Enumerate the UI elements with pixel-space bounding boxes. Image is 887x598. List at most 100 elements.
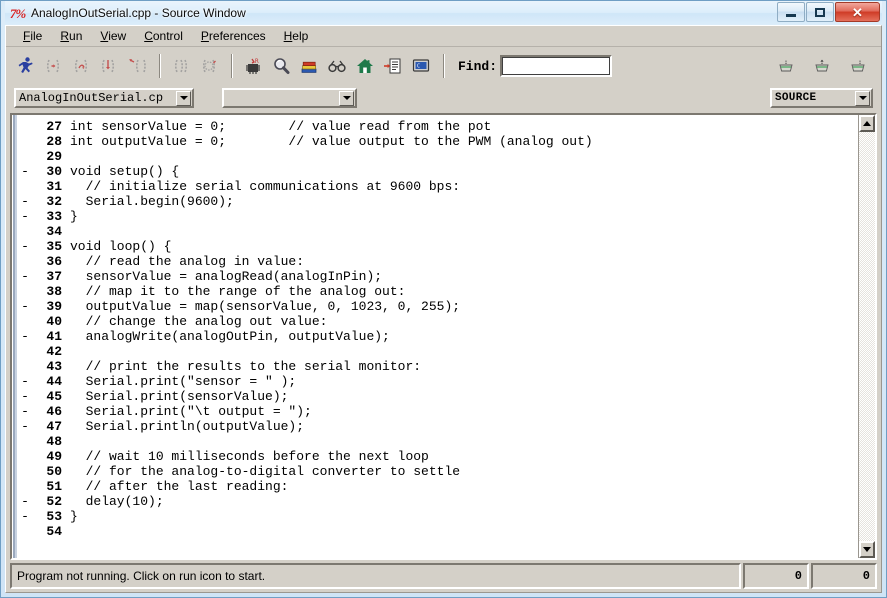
books-icon[interactable] [296,53,322,79]
scroll-down-button[interactable] [859,541,875,558]
code-line[interactable] [70,344,858,359]
code-line[interactable]: // wait 10 milliseconds before the next … [70,449,858,464]
breakpoint-icon[interactable] [196,53,222,79]
source-select[interactable]: SOURCE [770,88,873,108]
code-line[interactable]: analogWrite(analogOutPin, outputValue); [70,329,858,344]
code-editor[interactable]: - -- - - - - ---- -- 27 28 29 30 31 32 33 34 35 3… [12,115,858,558]
gutter-marker[interactable] [18,449,32,464]
step-into-icon[interactable] [96,53,122,79]
terminate-icon[interactable] [168,53,194,79]
chevron-down-icon[interactable] [339,90,354,106]
code-line[interactable]: } [70,209,858,224]
close-button[interactable]: ✕ [835,2,880,22]
code-line[interactable]: void setup() { [70,164,858,179]
code-line[interactable] [70,224,858,239]
gutter-marker[interactable] [18,149,32,164]
monitor-icon[interactable]: C [408,53,434,79]
gutter-marker[interactable] [18,464,32,479]
gutter-marker[interactable]: - [18,239,32,254]
code-line[interactable]: Serial.print("\t output = "); [70,404,858,419]
gutter-marker[interactable] [18,479,32,494]
code-line[interactable]: sensorValue = analogRead(analogInPin); [70,269,858,284]
code-line[interactable] [70,434,858,449]
file-select[interactable]: AnalogInOutSerial.cp [14,88,194,108]
code-line[interactable]: int outputValue = 0; // value output to … [70,134,858,149]
menu-item-preferences[interactable]: Preferences [192,27,275,45]
maximize-button[interactable] [806,2,834,22]
gutter-marker[interactable]: - [18,209,32,224]
minimize-button[interactable] [777,2,805,22]
code-line[interactable]: Serial.print(sensorValue); [70,389,858,404]
code-line[interactable]: outputValue = map(sensorValue, 0, 1023, … [70,299,858,314]
binoculars-icon[interactable] [324,53,350,79]
gutter-marker[interactable] [18,434,32,449]
code-line[interactable]: Serial.begin(9600); [70,194,858,209]
code-line[interactable] [70,149,858,164]
code-line[interactable]: delay(10); [70,494,858,509]
basket-icon-1[interactable] [773,53,799,79]
gutter-marker[interactable]: - [18,194,32,209]
gutter-marker[interactable] [18,359,32,374]
menu-item-control[interactable]: Control [135,27,192,45]
house-icon[interactable] [352,53,378,79]
chevron-down-icon[interactable] [176,90,191,106]
gutter-marker[interactable]: - [18,329,32,344]
gutter-marker[interactable]: - [18,494,32,509]
basket-icon-3[interactable] [845,53,871,79]
document-arrow-icon[interactable] [380,53,406,79]
gutter-marker[interactable] [18,119,32,134]
code-line[interactable]: void loop() { [70,239,858,254]
code-line[interactable]: } [70,509,858,524]
line-number: 53 [46,509,62,524]
continue-icon[interactable] [40,53,66,79]
code-line[interactable]: // for the analog-to-digital converter t… [70,464,858,479]
breakpoint-gutter[interactable]: - -- - - - - ---- -- [18,115,32,558]
scrollbar-track[interactable] [859,132,875,541]
step-over-icon[interactable] [68,53,94,79]
gutter-marker[interactable]: - [18,374,32,389]
gutter-marker[interactable]: - [18,269,32,284]
gutter-marker[interactable]: - [18,299,32,314]
code-line[interactable]: int sensorValue = 0; // value read from … [70,119,858,134]
finish-function-icon[interactable] [124,53,150,79]
gutter-marker[interactable]: - [18,164,32,179]
gutter-marker[interactable] [18,344,32,359]
code-line[interactable]: // initialize serial communications at 9… [70,179,858,194]
chevron-up-icon [863,121,871,126]
gutter-marker[interactable] [18,284,32,299]
scroll-up-button[interactable] [859,115,875,132]
menu-item-help[interactable]: Help [275,27,318,45]
basket-icon-2[interactable] [809,53,835,79]
gutter-marker[interactable] [18,179,32,194]
gutter-marker[interactable]: - [18,509,32,524]
code-line[interactable]: // print the results to the serial monit… [70,359,858,374]
chip-icon[interactable]: R [240,53,266,79]
gutter-marker[interactable] [18,314,32,329]
code-line[interactable]: // change the analog out value: [70,314,858,329]
code-line[interactable] [70,524,858,539]
gutter-marker[interactable] [18,524,32,539]
code-line[interactable]: Serial.print("sensor = " ); [70,374,858,389]
code-line[interactable]: // map it to the range of the analog out… [70,284,858,299]
line-number: 43 [46,359,62,374]
gutter-marker[interactable]: - [18,404,32,419]
gutter-marker[interactable] [18,254,32,269]
title-bar[interactable]: 7% AnalogInOutSerial.cpp - Source Window… [5,1,882,25]
search-input[interactable] [500,55,613,77]
code-text[interactable]: int sensorValue = 0; // value read from … [62,115,858,558]
gutter-marker[interactable] [18,224,32,239]
menu-item-run[interactable]: Run [51,27,91,45]
gutter-marker[interactable]: - [18,389,32,404]
code-line[interactable]: // after the last reading: [70,479,858,494]
menu-item-view[interactable]: View [91,27,135,45]
run-icon[interactable] [12,53,38,79]
code-line[interactable]: Serial.println(outputValue); [70,419,858,434]
function-select[interactable] [222,88,357,108]
magnifier-icon[interactable] [268,53,294,79]
code-line[interactable]: // read the analog in value: [70,254,858,269]
gutter-marker[interactable] [18,134,32,149]
menu-item-file[interactable]: File [14,27,51,45]
vertical-scrollbar[interactable] [858,115,875,558]
chevron-down-icon[interactable] [855,90,870,106]
gutter-marker[interactable]: - [18,419,32,434]
